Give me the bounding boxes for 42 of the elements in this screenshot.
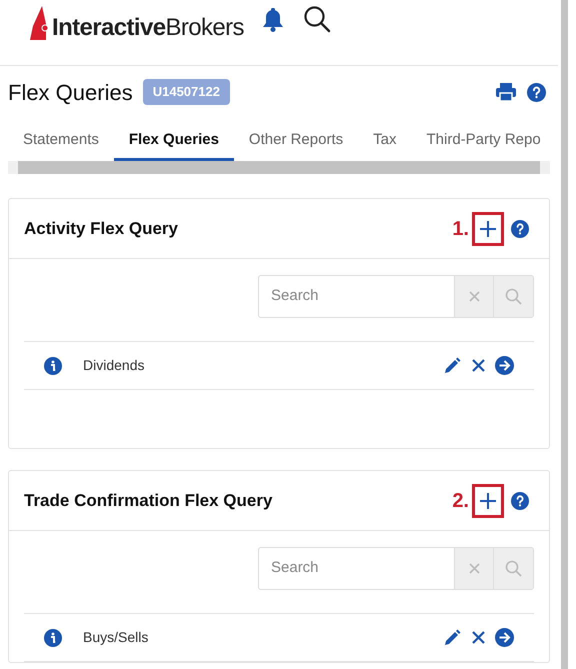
print-icon[interactable] — [496, 83, 516, 101]
add-button[interactable] — [472, 484, 504, 518]
search-icon — [505, 288, 522, 305]
close-icon — [468, 563, 480, 574]
help-icon[interactable] — [511, 220, 529, 238]
search-input[interactable]: Search — [259, 548, 454, 589]
plus-icon — [480, 492, 496, 508]
help-icon[interactable] — [511, 492, 529, 510]
help-icon[interactable] — [527, 82, 546, 102]
tab[interactable]: Statements — [8, 128, 114, 161]
info-icon[interactable] — [44, 356, 62, 374]
logo-text: InteractiveBrokers — [52, 16, 244, 40]
arrow-right-icon[interactable] — [495, 628, 514, 647]
query-name[interactable]: Dividends — [83, 355, 144, 376]
tab[interactable]: Tax — [358, 128, 412, 161]
tab[interactable]: Other Reports — [234, 128, 358, 161]
search-icon[interactable] — [302, 5, 331, 33]
tab[interactable]: Third-Party Repo — [411, 128, 556, 161]
logo-icon — [30, 6, 50, 40]
close-icon — [468, 291, 480, 302]
bell-icon[interactable] — [262, 8, 284, 32]
account-badge: U14507122 — [142, 79, 230, 105]
query-name[interactable]: Buys/Sells — [83, 627, 148, 648]
vertical-scrollbar[interactable] — [561, 0, 568, 669]
info-icon[interactable] — [44, 628, 62, 646]
card-title: Trade Confirmation Flex Query — [24, 490, 272, 512]
close-icon[interactable] — [472, 631, 485, 644]
search-field[interactable]: Search — [258, 547, 534, 590]
arrow-right-icon[interactable] — [495, 356, 514, 375]
search-icon — [505, 560, 522, 577]
close-icon[interactable] — [472, 359, 485, 372]
search-field[interactable]: Search — [258, 275, 534, 318]
card-title: Activity Flex Query — [24, 218, 178, 240]
add-button[interactable] — [472, 212, 504, 246]
pencil-icon[interactable] — [443, 628, 461, 646]
horizontal-scrollbar[interactable] — [8, 161, 550, 174]
page-title: Flex Queries — [8, 78, 133, 106]
search-input[interactable]: Search — [259, 276, 454, 317]
pencil-icon[interactable] — [443, 356, 461, 374]
step-annotation: 2. — [452, 488, 469, 514]
step-annotation: 1. — [452, 216, 469, 242]
plus-icon — [480, 220, 496, 236]
